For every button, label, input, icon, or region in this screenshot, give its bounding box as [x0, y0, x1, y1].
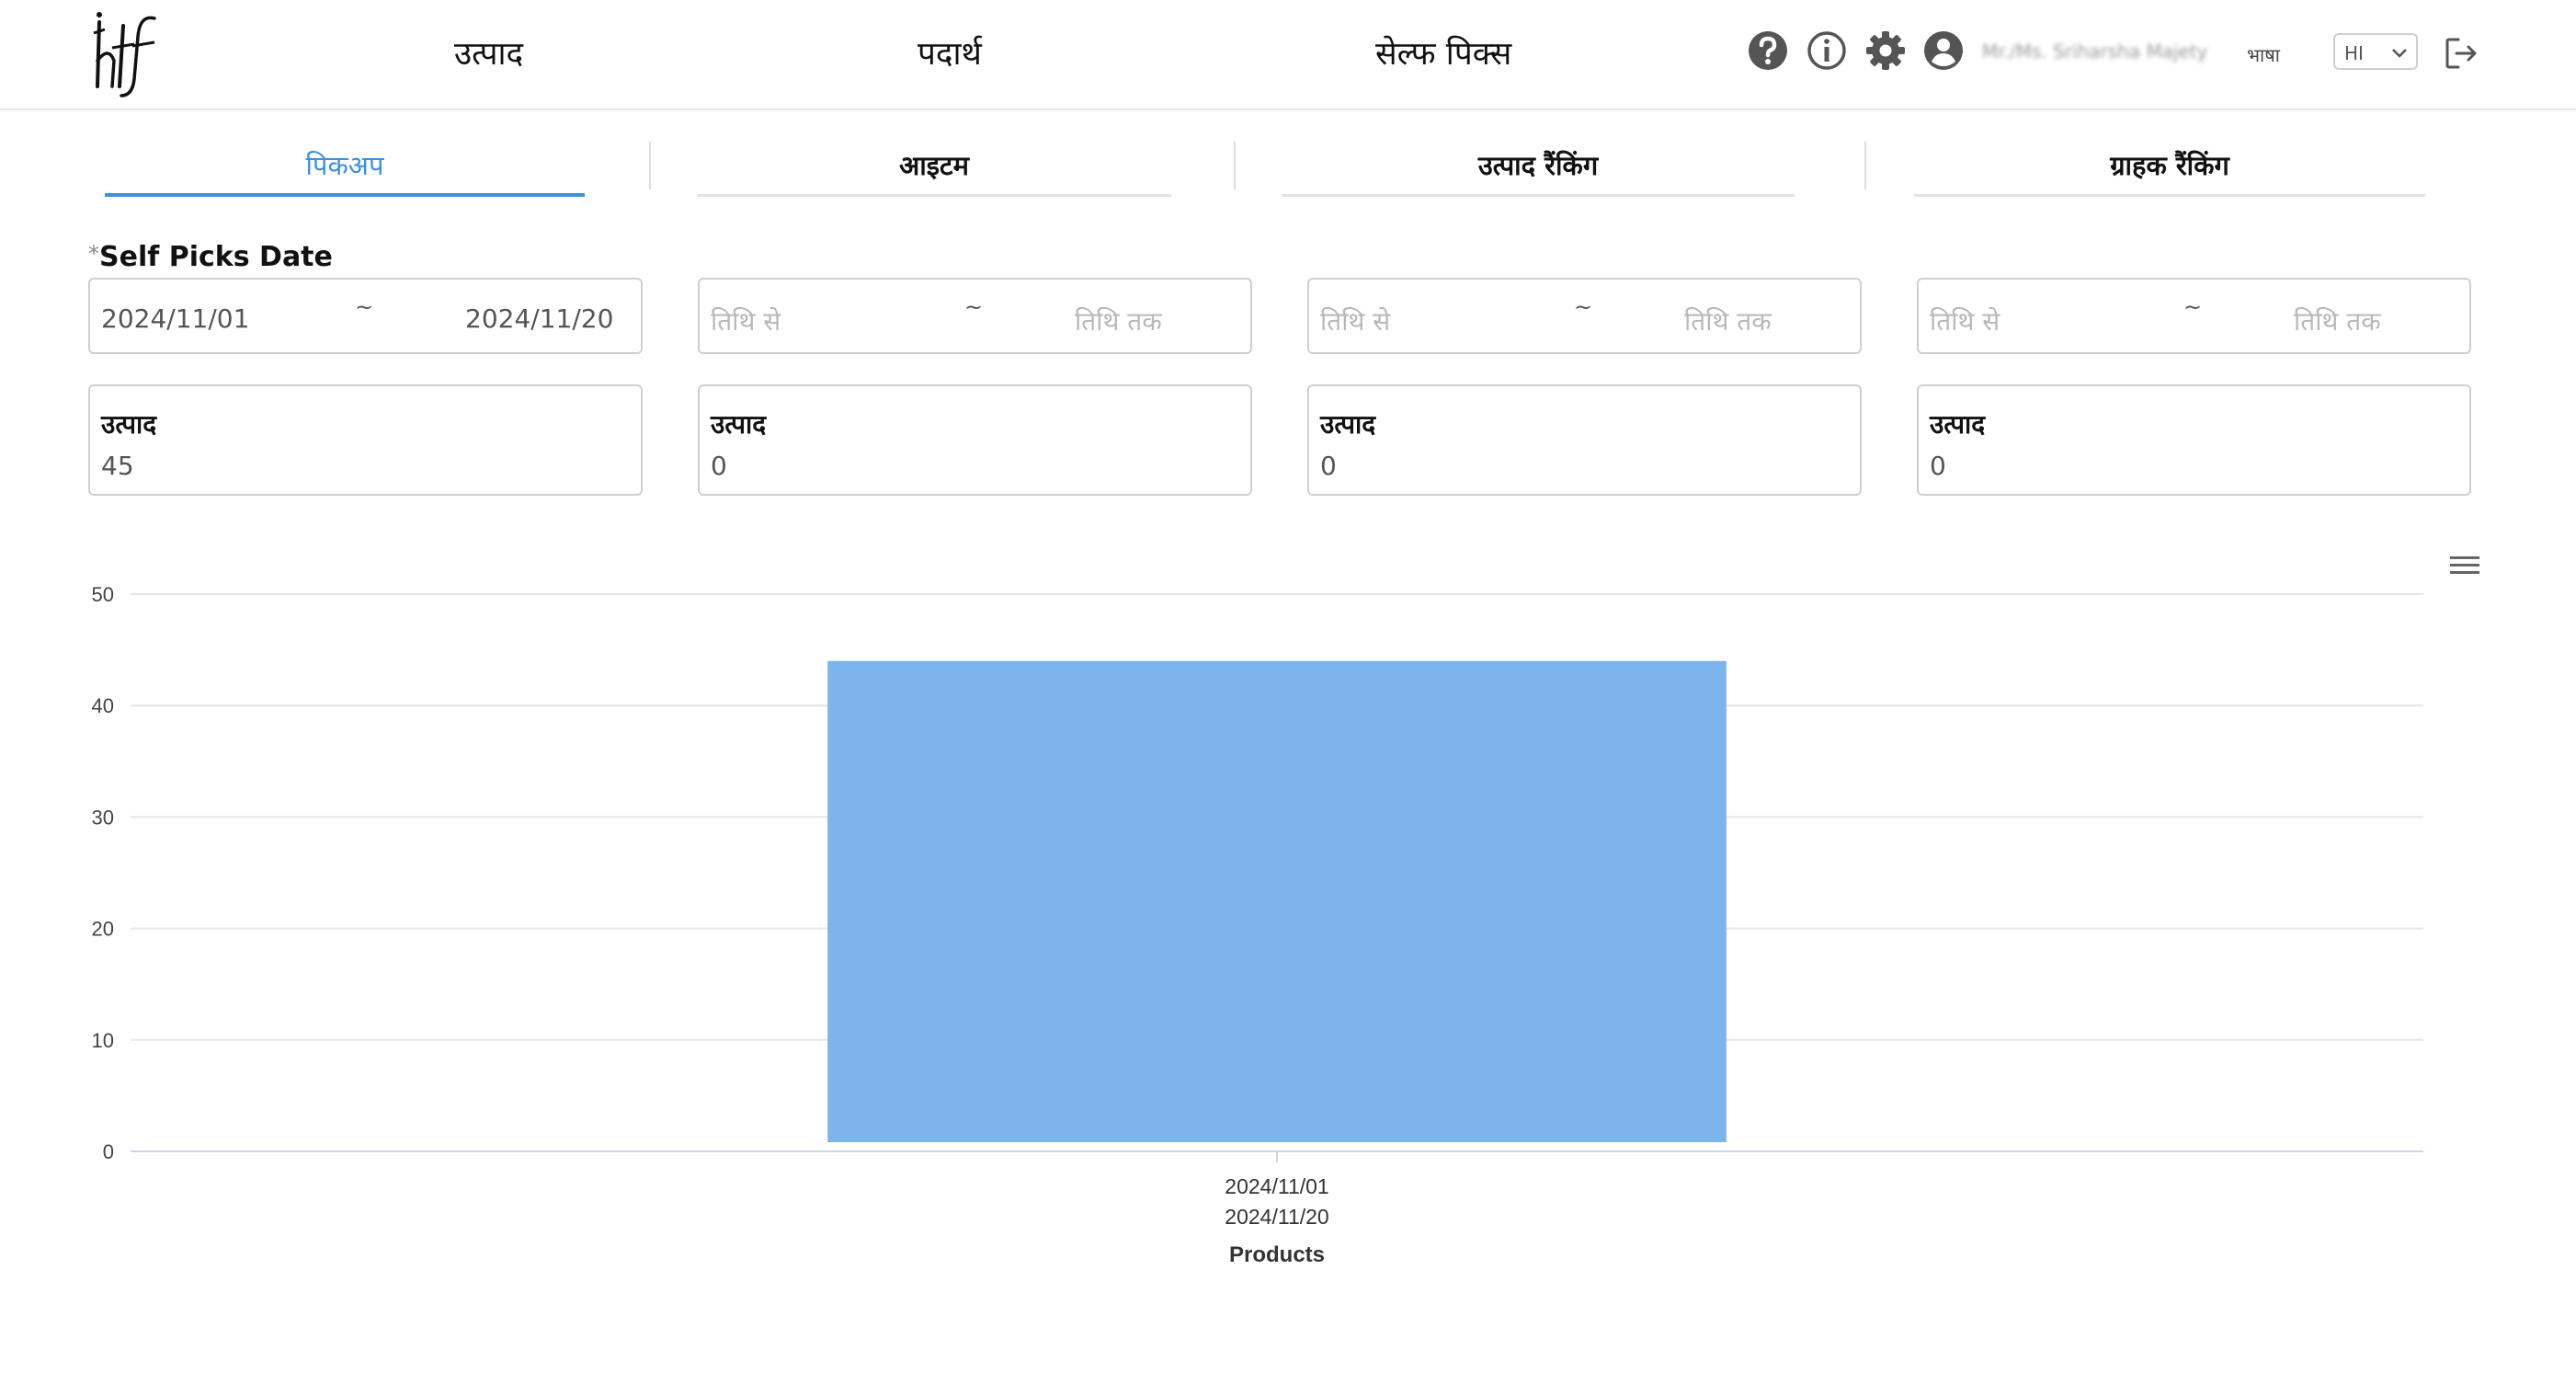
stat-label: उत्पाद — [1320, 409, 1376, 440]
bar — [827, 660, 1727, 1142]
nav-products[interactable]: उत्पाद — [454, 31, 523, 74]
range-separator: ~ — [355, 294, 374, 320]
top-header: उत्पाद पदार्थ सेल्फ पिक्स Mr./Ms. Srihar… — [0, 0, 2576, 110]
stat-label: उत्पाद — [101, 409, 157, 440]
bar-chart: 0 10 20 30 40 50 2024/11/01 2024/11/20 Products — [92, 583, 2423, 1267]
language-value: HI — [2344, 42, 2364, 64]
y-tick-label: 20 — [92, 918, 114, 941]
range-separator: ~ — [964, 294, 984, 320]
date-to-placeholder[interactable]: तिथि तक — [1075, 303, 1162, 338]
required-mark: * — [88, 241, 99, 267]
y-tick-label: 30 — [92, 806, 114, 829]
nav-materials[interactable]: पदार्थ — [918, 31, 982, 74]
info-icon[interactable] — [1806, 29, 1848, 72]
date-range-input[interactable]: 2024/11/01 ~ 2024/11/20 — [88, 278, 643, 354]
date-from-placeholder[interactable]: तिथि से — [711, 303, 781, 338]
date-to-placeholder[interactable]: तिथि तक — [2294, 303, 2381, 338]
y-tick-label: 40 — [92, 694, 114, 717]
stat-value: 45 — [101, 451, 134, 481]
tab-item[interactable]: आइटम — [697, 147, 1171, 197]
stat-value: 0 — [1930, 451, 1946, 481]
tab-separator — [649, 142, 651, 189]
date-from-value[interactable]: 2024/11/01 — [101, 303, 249, 334]
stat-label: उत्पाद — [1930, 409, 1986, 440]
user-icon[interactable] — [1922, 29, 1965, 72]
chevron-down-icon — [2392, 49, 2407, 58]
range-separator: ~ — [1574, 294, 1593, 320]
tab-pickup[interactable]: पिकअप — [105, 147, 585, 197]
user-name: Mr./Ms. Sriharsha Majety — [1982, 40, 2208, 63]
date-from-placeholder[interactable]: तिथि से — [1930, 303, 2000, 338]
stat-card: उत्पाद 0 — [1307, 384, 1862, 496]
x-tick-label: 2024/11/20 — [1225, 1205, 1328, 1229]
x-tick-label: 2024/11/01 — [1225, 1174, 1328, 1198]
date-from-placeholder[interactable]: तिथि से — [1320, 303, 1390, 338]
y-tick-label: 50 — [92, 583, 114, 606]
htf-logo[interactable] — [81, 6, 173, 97]
tab-separator — [1864, 142, 1866, 189]
stat-value: 0 — [711, 451, 727, 481]
date-range-input[interactable]: तिथि से ~ तिथि तक — [1917, 278, 2471, 354]
x-axis-title: Products — [1229, 1242, 1325, 1267]
date-field-label: *Self Picks Date — [88, 241, 333, 273]
date-range-input[interactable]: तिथि से ~ तिथि तक — [698, 278, 1252, 354]
logout-icon[interactable] — [2444, 35, 2480, 72]
stat-value: 0 — [1320, 451, 1337, 481]
help-icon[interactable] — [1747, 29, 1789, 72]
stat-label: उत्पाद — [711, 409, 767, 440]
language-select[interactable]: HI — [2333, 33, 2418, 70]
stat-card: उत्पाद 0 — [1917, 384, 2471, 496]
language-label: भाषा — [2247, 44, 2280, 66]
settings-icon[interactable] — [1864, 29, 1907, 72]
stat-card: उत्पाद 45 — [88, 384, 643, 496]
date-to-value[interactable]: 2024/11/20 — [465, 303, 613, 334]
stat-card: उत्पाद 0 — [698, 384, 1252, 496]
date-range-input[interactable]: तिथि से ~ तिथि तक — [1307, 278, 1862, 354]
date-to-placeholder[interactable]: तिथि तक — [1684, 303, 1772, 338]
y-tick-label: 0 — [103, 1140, 114, 1163]
range-separator: ~ — [2183, 294, 2203, 320]
tab-separator — [1234, 142, 1236, 189]
date-label-text: Self Picks Date — [99, 241, 333, 273]
y-tick-label: 10 — [92, 1029, 114, 1052]
tab-product-ranking[interactable]: उत्पाद रैंकिंग — [1282, 147, 1795, 197]
nav-self-picks[interactable]: सेल्फ पिक्स — [1375, 31, 1511, 74]
tab-customer-ranking[interactable]: ग्राहक रैंकिंग — [1914, 147, 2425, 197]
